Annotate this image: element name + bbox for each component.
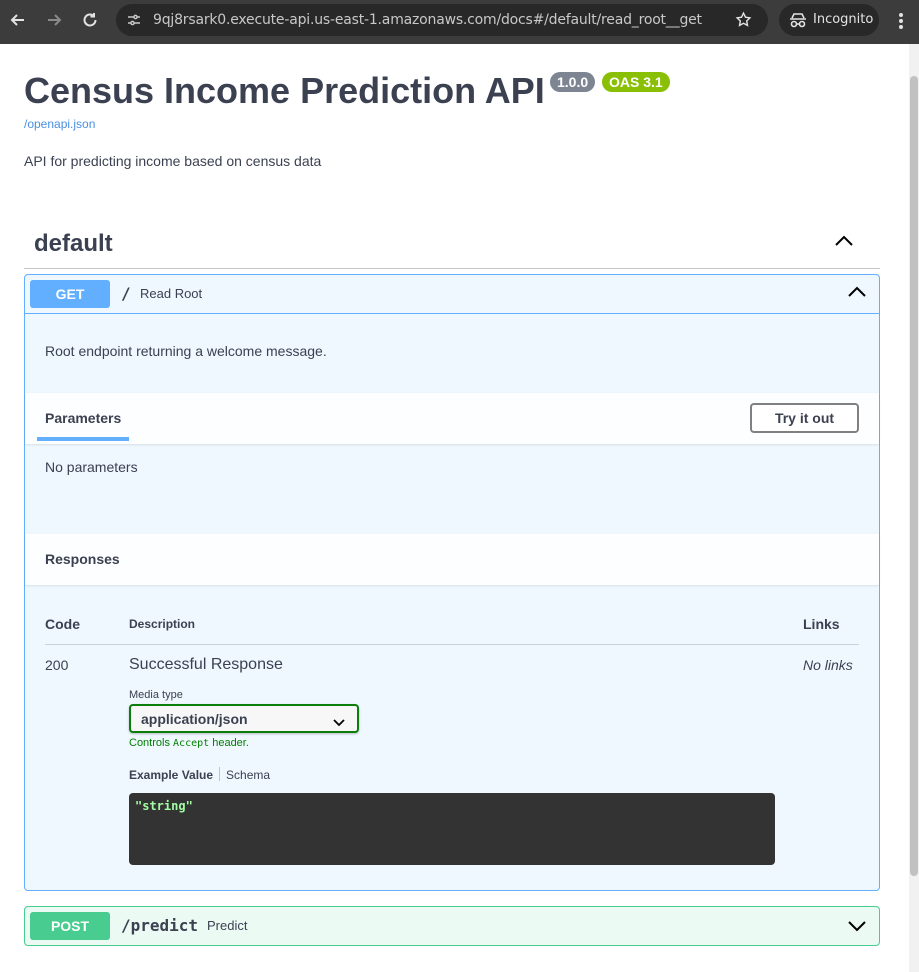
example-code-block: "string" (129, 793, 775, 865)
reload-icon[interactable] (79, 9, 101, 31)
chevron-down-icon (333, 714, 345, 732)
controls-prefix: Controls (129, 737, 174, 749)
chevron-up-icon[interactable] (847, 285, 867, 303)
responses-header: Responses (25, 534, 879, 585)
incognito-label: Incognito (813, 12, 874, 27)
api-title: Census Income Prediction API (24, 70, 545, 111)
controls-code: Accept (173, 738, 210, 749)
openapi-json-link[interactable]: /openapi.json (24, 117, 95, 131)
operation-path: /predict (121, 916, 199, 935)
tag-name: default (34, 230, 113, 257)
media-type-value: application/json (141, 711, 248, 727)
example-value-tab[interactable]: Example Value (129, 768, 213, 782)
operation-post-predict[interactable]: POST /predict Predict (24, 906, 880, 946)
example-schema-tabs: Example Value Schema (129, 767, 270, 782)
table-divider (45, 644, 859, 645)
tab-separator (219, 767, 221, 781)
try-it-out-button[interactable]: Try it out (750, 403, 859, 433)
page-scrollbar[interactable] (909, 44, 919, 972)
example-code: "string" (135, 799, 193, 813)
media-type-select[interactable]: application/json (129, 704, 359, 733)
media-type-label: Media type (129, 689, 183, 701)
column-header-description: Description (129, 617, 196, 631)
chevron-up-icon[interactable] (834, 234, 854, 252)
url-text[interactable]: 9qj8rsark0.execute-api.us-east-1.amazona… (153, 12, 702, 28)
response-code: 200 (45, 657, 69, 673)
chevron-down-icon[interactable] (847, 919, 867, 937)
column-header-code: Code (45, 616, 80, 632)
parameters-tab[interactable]: Parameters (45, 410, 121, 426)
parameters-tab-underline (37, 437, 129, 441)
tag-section-default[interactable]: default (24, 226, 880, 269)
controls-accept-note: Controls Accept header. (129, 737, 249, 749)
operation-description: Root endpoint returning a welcome messag… (45, 343, 327, 359)
response-description: Successful Response (129, 656, 283, 673)
controls-suffix: header. (209, 737, 249, 749)
api-description: API for predicting income based on censu… (24, 153, 322, 169)
back-icon[interactable] (7, 9, 29, 31)
operation-get-root: GET / Read Root Root endpoint returning … (24, 274, 880, 891)
no-parameters-text: No parameters (45, 459, 138, 475)
column-header-links: Links (803, 616, 840, 632)
menu-kebab-icon[interactable] (893, 11, 909, 31)
parameters-header: Parameters Try it out (25, 393, 879, 444)
operation-path: / (121, 284, 131, 303)
oas-badge: OAS 3.1 (602, 72, 670, 92)
site-settings-icon[interactable] (126, 12, 142, 33)
version-badge: 1.0.0 (550, 72, 596, 92)
operation-summary-text: Read Root (140, 286, 203, 301)
browser-toolbar: 9qj8rsark0.execute-api.us-east-1.amazona… (0, 0, 919, 44)
method-badge-get: GET (30, 280, 110, 308)
incognito-icon (789, 12, 807, 33)
response-links: No links (803, 657, 853, 673)
schema-tab[interactable]: Schema (226, 768, 270, 782)
bookmark-star-icon[interactable] (735, 11, 752, 33)
incognito-indicator[interactable]: Incognito (779, 4, 879, 36)
address-bar[interactable]: 9qj8rsark0.execute-api.us-east-1.amazona… (116, 4, 768, 36)
method-badge-post: POST (30, 912, 110, 940)
scrollbar-thumb[interactable] (910, 76, 918, 876)
responses-title: Responses (45, 551, 120, 567)
forward-icon (43, 9, 65, 31)
operation-summary-text: Predict (207, 918, 248, 933)
operation-summary-get-root[interactable]: GET / Read Root (25, 275, 879, 314)
